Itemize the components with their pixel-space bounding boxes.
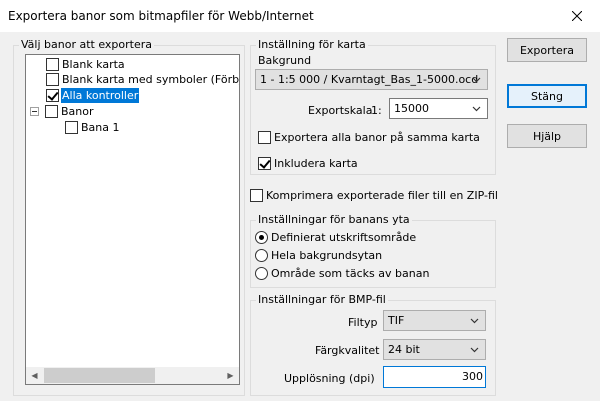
horizontal-scrollbar[interactable]: ◀ ▶ — [26, 367, 239, 384]
area-settings-legend: Inställningar för banans yta — [256, 213, 412, 226]
scrollbar-thumb[interactable] — [44, 368, 155, 383]
help-button[interactable]: Hjälp — [507, 124, 587, 148]
export-scale-label: Exportskala — [308, 104, 373, 117]
select-courses-legend: Välj banor att exportera — [19, 38, 154, 51]
include-map-checkbox[interactable]: Inkludera karta — [258, 157, 358, 170]
tree-item-label: Bana 1 — [81, 121, 120, 134]
radio-label: Hela bakgrundsytan — [271, 249, 383, 262]
export-all-same-map-checkbox[interactable]: Exportera alla banor på samma karta — [258, 131, 480, 144]
collapse-icon[interactable] — [30, 107, 39, 116]
scale-prefix: 1: — [371, 104, 382, 117]
tree-item-blank-map[interactable]: Blank karta — [46, 57, 126, 72]
checkbox-box[interactable] — [258, 131, 271, 144]
resolution-input[interactable]: 300 — [383, 366, 486, 388]
color-quality-select[interactable]: 24 bit — [383, 339, 486, 360]
title-bar: Exportera banor som bitmapfiler för Webb… — [0, 0, 600, 32]
scroll-left-icon[interactable]: ◀ — [26, 367, 43, 384]
export-scale-select[interactable]: 15000 — [389, 98, 488, 119]
background-value: 1 - 1:5 000 / Kvarntagt_Bas_1-5000.ocd — [260, 73, 479, 86]
tree-item-course-1[interactable]: Bana 1 — [65, 120, 121, 135]
chevron-down-icon — [472, 77, 481, 83]
radio-button[interactable] — [255, 231, 268, 244]
resolution-label: Upplösning (dpi) — [284, 372, 375, 385]
close-icon — [572, 11, 582, 21]
radio-print-area[interactable]: Definierat utskriftsområde — [255, 231, 416, 244]
tree-item-all-controls[interactable]: Alla kontroller — [46, 88, 140, 103]
close-window-button[interactable] — [554, 0, 600, 32]
radio-button[interactable] — [255, 267, 268, 280]
tree-item-checkbox[interactable] — [46, 89, 59, 102]
background-label: Bakgrund — [258, 54, 312, 67]
filetype-value: TIF — [388, 314, 405, 327]
window-title: Exportera banor som bitmapfiler för Webb… — [8, 9, 314, 23]
checkbox-label: Inkludera karta — [274, 157, 358, 170]
map-settings-legend: Inställning för karta — [256, 38, 368, 51]
color-quality-label: Färgkvalitet — [315, 344, 380, 357]
background-select[interactable]: 1 - 1:5 000 / Kvarntagt_Bas_1-5000.ocd — [255, 69, 488, 90]
tree-item-checkbox[interactable] — [65, 121, 78, 134]
radio-button[interactable] — [255, 249, 268, 262]
checkbox-box[interactable] — [250, 189, 263, 202]
export-button[interactable]: Exportera — [507, 38, 587, 62]
tree-item-label: Banor — [61, 105, 94, 118]
tree-item-checkbox[interactable] — [46, 73, 59, 86]
course-tree[interactable]: Blank karta Blank karta med symboler (Fö… — [25, 54, 240, 385]
chevron-down-icon — [470, 347, 479, 353]
checkbox-label: Komprimera exporterade filer till en ZIP… — [266, 189, 498, 202]
zip-checkbox[interactable]: Komprimera exporterade filer till en ZIP… — [250, 189, 498, 202]
bmp-settings-legend: Inställningar för BMP-fil — [256, 293, 388, 306]
checkbox-label: Exportera alla banor på samma karta — [274, 131, 480, 144]
tree-item-label: Blank karta — [62, 58, 125, 71]
chevron-down-icon — [472, 106, 481, 112]
export-scale-value: 15000 — [394, 102, 429, 115]
radio-course-area[interactable]: Område som täcks av banan — [255, 267, 429, 280]
tree-item-checkbox[interactable] — [46, 58, 59, 71]
radio-whole-background[interactable]: Hela bakgrundsytan — [255, 249, 382, 262]
radio-label: Område som täcks av banan — [271, 267, 430, 280]
tree-item-checkbox[interactable] — [45, 105, 58, 118]
checkbox-box[interactable] — [258, 157, 271, 170]
tree-item-label: Alla kontroller — [61, 88, 140, 103]
filetype-label: Filtyp — [348, 316, 378, 329]
tree-item-blank-map-symbols[interactable]: Blank karta med symboler (Förbjudna — [46, 72, 240, 87]
filetype-select[interactable]: TIF — [383, 310, 486, 331]
color-quality-value: 24 bit — [388, 343, 420, 356]
close-button[interactable]: Stäng — [507, 84, 587, 108]
radio-label: Definierat utskriftsområde — [271, 231, 417, 244]
scroll-right-icon[interactable]: ▶ — [222, 367, 239, 384]
tree-item-courses[interactable]: Banor — [30, 104, 95, 119]
tree-item-label: Blank karta med symboler (Förbjudna — [62, 73, 240, 86]
chevron-down-icon — [470, 318, 479, 324]
